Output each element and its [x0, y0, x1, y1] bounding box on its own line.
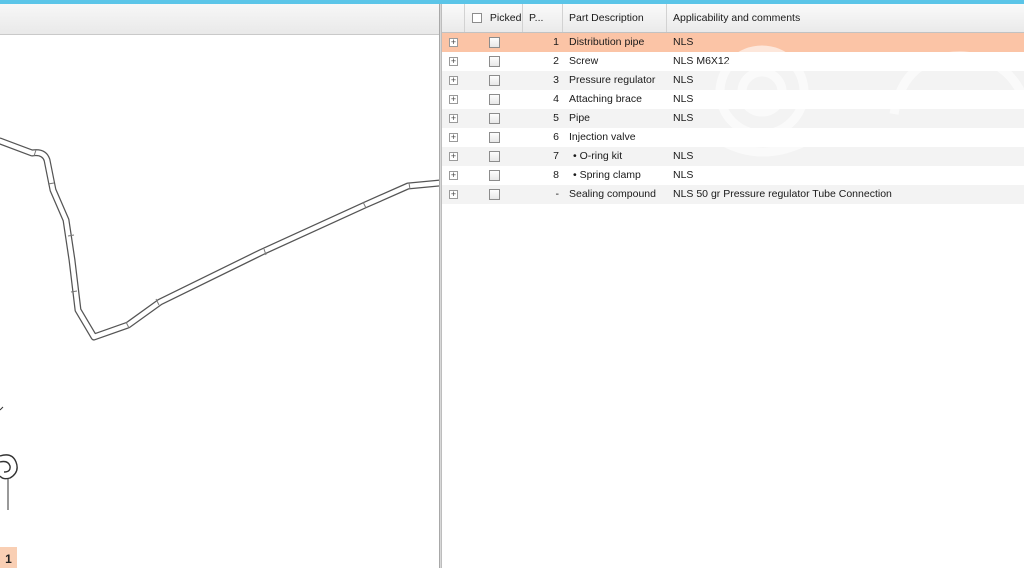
row-comments: NLS — [673, 150, 694, 162]
row-description: Distribution pipe — [569, 36, 645, 48]
row-number: - — [555, 188, 560, 200]
row-number: 5 — [553, 112, 559, 124]
table-row[interactable]: + 6 Injection valve — [442, 128, 1024, 147]
expand-icon[interactable]: + — [449, 95, 458, 104]
row-description: Injection valve — [569, 131, 636, 143]
expand-icon[interactable]: + — [449, 38, 458, 47]
table-row[interactable]: + 3 Pressure regulator NLS — [442, 71, 1024, 90]
table-row[interactable]: + 1 Distribution pipe NLS — [442, 33, 1024, 52]
row-comments: NLS — [673, 36, 694, 48]
row-number: 6 — [553, 131, 559, 143]
table-row[interactable]: + 4 Attaching brace NLS — [442, 90, 1024, 109]
picked-checkbox[interactable] — [489, 113, 500, 124]
expand-icon[interactable]: + — [449, 133, 458, 142]
row-number: 8 — [553, 169, 559, 181]
expand-icon[interactable]: + — [449, 152, 458, 161]
diagram-toolbar — [0, 4, 440, 35]
valve-sketch — [0, 406, 18, 510]
header-position[interactable]: P... — [523, 4, 563, 32]
row-description: Screw — [569, 55, 599, 67]
select-all-checkbox[interactable] — [472, 13, 482, 24]
row-comments: NLS M6X12 — [673, 55, 730, 67]
callout-1[interactable]: 1 — [0, 547, 17, 568]
parts-table: Picked P... Part Description Applicabili… — [442, 4, 1024, 568]
picked-checkbox[interactable] — [489, 94, 500, 105]
row-description: Pipe — [569, 112, 591, 124]
table-row[interactable]: + 5 Pipe NLS — [442, 109, 1024, 128]
picked-checkbox[interactable] — [489, 151, 500, 162]
header-description[interactable]: Part Description — [563, 4, 667, 32]
table-header: Picked P... Part Description Applicabili… — [442, 4, 1024, 33]
expand-icon[interactable]: + — [449, 114, 458, 123]
pipe-drawing — [0, 137, 440, 510]
header-picked-label: Picked — [489, 12, 522, 25]
header-picked[interactable]: Picked — [465, 4, 523, 32]
row-comments: NLS — [673, 169, 694, 181]
row-description: Pressure regulator — [569, 74, 656, 86]
row-number: 7 — [553, 150, 559, 162]
table-row[interactable]: + 8 • Spring clamp NLS — [442, 166, 1024, 185]
table-row[interactable]: + 2 Screw NLS M6X12 — [442, 52, 1024, 71]
parts-diagram[interactable]: 1 — [0, 35, 440, 568]
pipe-joints — [33, 149, 411, 329]
pipe-outline — [0, 137, 440, 341]
expand-icon[interactable]: + — [449, 76, 458, 85]
picked-checkbox[interactable] — [489, 37, 500, 48]
row-number: 3 — [553, 74, 559, 86]
row-description: Attaching brace — [569, 93, 642, 105]
expand-icon[interactable]: + — [449, 57, 458, 66]
row-comments: NLS — [673, 93, 694, 105]
header-expander — [442, 4, 465, 32]
header-comments[interactable]: Applicability and comments — [667, 4, 1024, 32]
row-number: 4 — [553, 93, 559, 105]
row-comments: NLS — [673, 74, 694, 86]
row-comments: NLS — [673, 112, 694, 124]
picked-checkbox[interactable] — [489, 189, 500, 200]
picked-checkbox[interactable] — [489, 56, 500, 67]
picked-checkbox[interactable] — [489, 75, 500, 86]
row-comments: NLS 50 gr Pressure regulator Tube Connec… — [673, 188, 892, 200]
table-row[interactable]: + - Sealing compound NLS 50 gr Pressure … — [442, 185, 1024, 204]
row-description: • O-ring kit — [573, 150, 623, 162]
picked-checkbox[interactable] — [489, 170, 500, 181]
row-number: 2 — [553, 55, 559, 67]
expand-icon[interactable]: + — [449, 171, 458, 180]
table-row[interactable]: + 7 • O-ring kit NLS — [442, 147, 1024, 166]
row-comments — [673, 128, 1018, 147]
row-description: Sealing compound — [569, 188, 656, 200]
picked-checkbox[interactable] — [489, 132, 500, 143]
row-number: 1 — [553, 36, 559, 48]
row-description: • Spring clamp — [573, 169, 641, 181]
expand-icon[interactable]: + — [449, 190, 458, 199]
